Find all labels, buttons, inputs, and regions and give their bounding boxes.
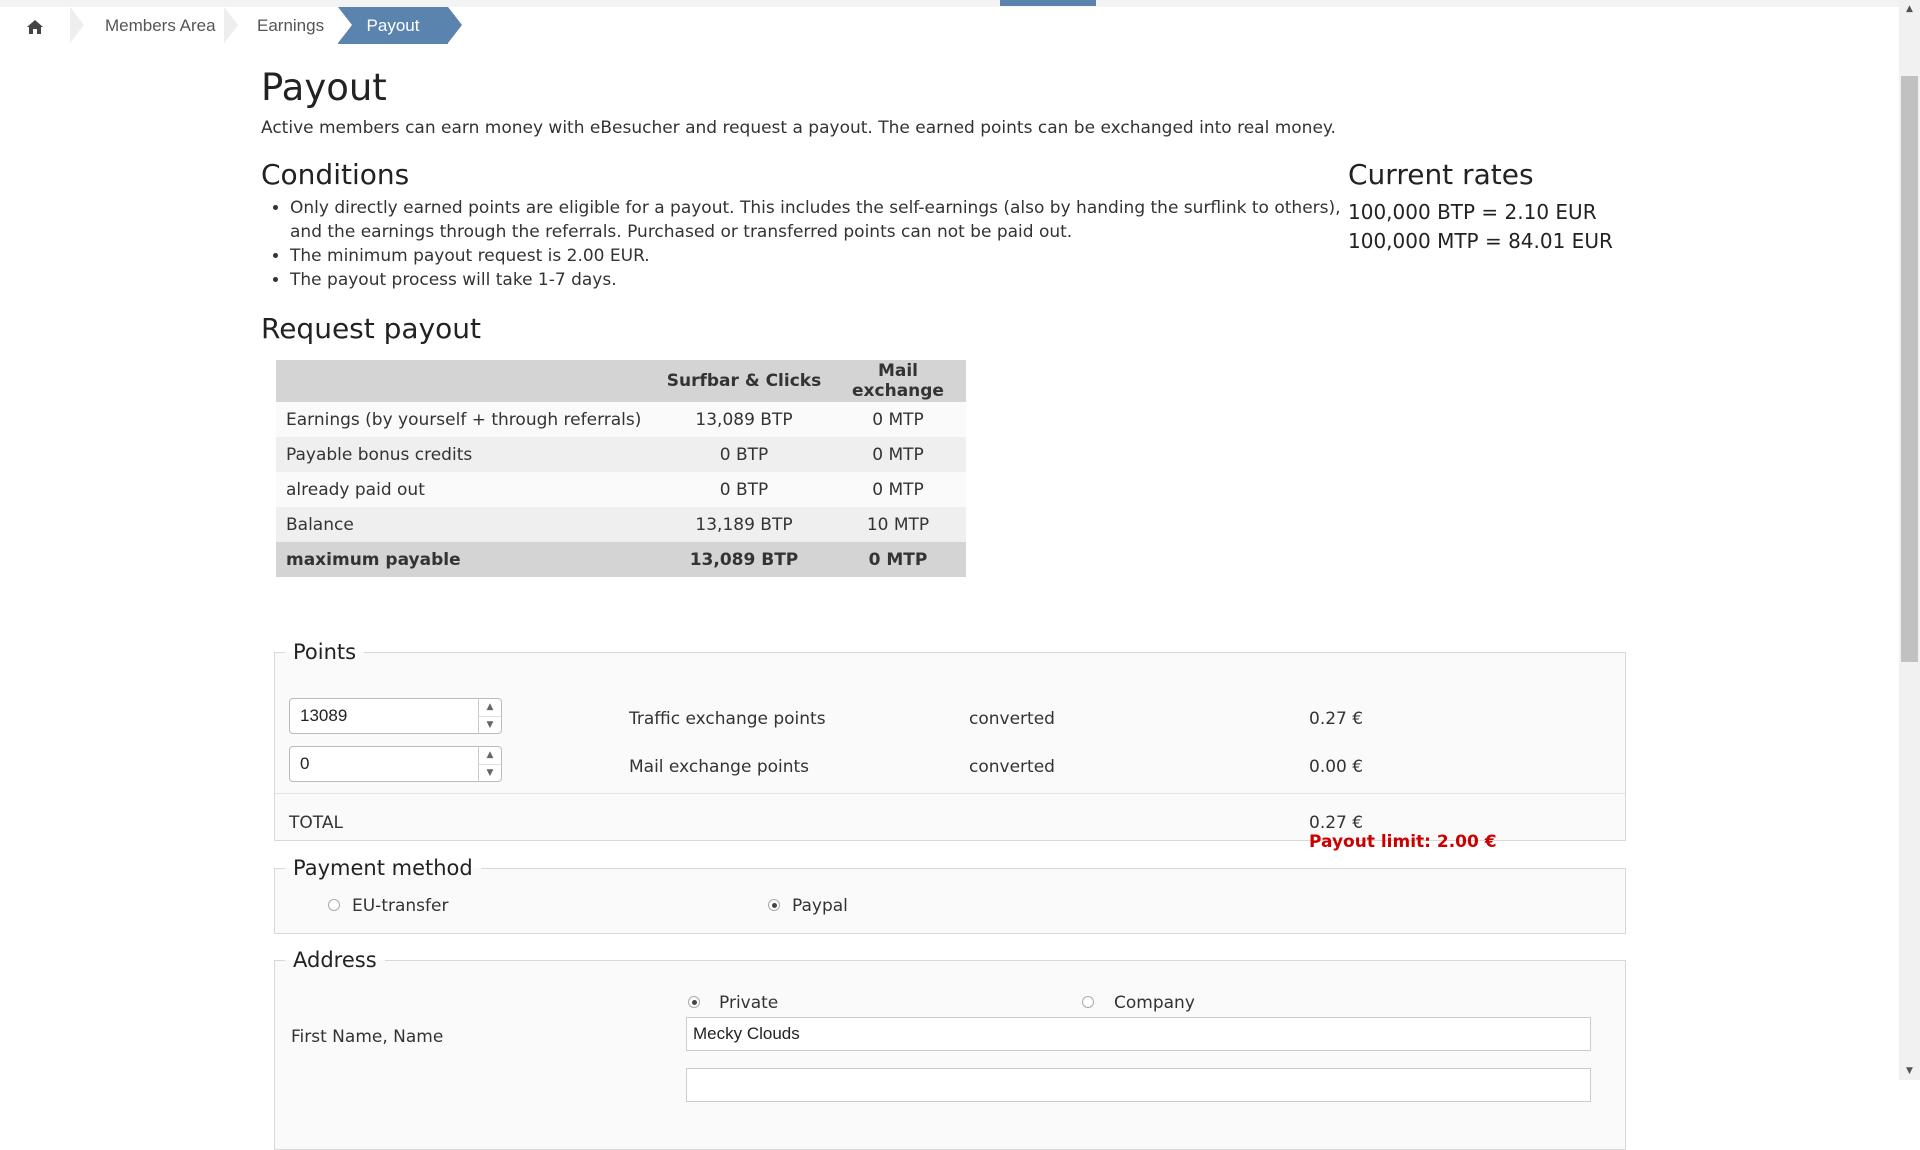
mail-points-stepper[interactable]: ▲ ▼ bbox=[289, 746, 502, 782]
home-icon bbox=[27, 19, 43, 34]
rate-mtp: 100,000 MTP = 84.01 EUR bbox=[1348, 229, 1613, 253]
traffic-points-label: Traffic exchange points bbox=[629, 709, 826, 729]
mail-points-label: Mail exchange points bbox=[629, 757, 810, 777]
company-radio[interactable] bbox=[1082, 996, 1094, 1008]
points-legend: Points bbox=[293, 640, 357, 664]
condition-item: The payout process will take 1-7 days. bbox=[290, 268, 1350, 292]
breadcrumb-payout[interactable]: Payout bbox=[338, 7, 462, 44]
active-tab-indicator bbox=[1000, 0, 1096, 6]
column-header bbox=[276, 360, 658, 402]
table-row-maximum: maximum payable 13,089 BTP 0 MTP bbox=[276, 542, 966, 577]
payout-limit-warning: Payout limit: 2.00 € bbox=[1309, 832, 1497, 852]
payment-method-fieldset: Payment method EU-transfer Paypal bbox=[274, 856, 1626, 934]
spin-up-icon[interactable]: ▲ bbox=[479, 699, 501, 717]
table-header-row: Surfbar & Clicks Mail exchange bbox=[276, 360, 966, 402]
vertical-scrollbar[interactable]: ▲ ▼ bbox=[1899, 0, 1920, 1080]
scroll-up-icon[interactable]: ▲ bbox=[1899, 0, 1920, 18]
table-row: Payable bonus credits 0 BTP 0 MTP bbox=[276, 437, 966, 472]
traffic-points-spin[interactable]: ▲ ▼ bbox=[478, 699, 501, 733]
rate-btp: 100,000 BTP = 2.10 EUR bbox=[1348, 200, 1597, 224]
scroll-down-icon[interactable]: ▼ bbox=[1899, 1062, 1920, 1080]
first-name-name-field[interactable] bbox=[686, 1017, 1591, 1051]
row-btp: 13,189 BTP bbox=[658, 507, 830, 542]
mail-points-input[interactable] bbox=[290, 747, 490, 781]
address-legend: Address bbox=[293, 948, 377, 972]
private-radio[interactable] bbox=[688, 996, 700, 1008]
row-mtp: 0 MTP bbox=[830, 542, 966, 577]
breadcrumb-earnings[interactable]: Earnings bbox=[232, 7, 336, 44]
traffic-points-status: converted bbox=[969, 709, 1055, 729]
spin-down-icon[interactable]: ▼ bbox=[479, 765, 501, 782]
address-next-field[interactable] bbox=[686, 1068, 1591, 1102]
mail-points-status: converted bbox=[969, 757, 1055, 777]
row-mtp: 0 MTP bbox=[830, 402, 966, 437]
row-mtp: 10 MTP bbox=[830, 507, 966, 542]
current-rates-heading: Current rates bbox=[1348, 158, 1534, 191]
breadcrumb-payout-label: Payout bbox=[366, 16, 420, 35]
first-name-name-input[interactable] bbox=[687, 1018, 1590, 1050]
paypal-radio[interactable] bbox=[768, 899, 780, 911]
breadcrumb-home[interactable] bbox=[0, 7, 70, 44]
condition-item: Only directly earned points are eligible… bbox=[290, 196, 1350, 244]
payment-method-legend: Payment method bbox=[293, 856, 473, 880]
row-label: maximum payable bbox=[276, 542, 658, 577]
traffic-points-amount: 0.27 € bbox=[1309, 709, 1364, 729]
row-label: Balance bbox=[276, 507, 658, 542]
row-btp: 0 BTP bbox=[658, 472, 830, 507]
company-label[interactable]: Company bbox=[1114, 993, 1195, 1013]
request-payout-heading: Request payout bbox=[261, 312, 481, 345]
conditions-heading: Conditions bbox=[261, 158, 410, 191]
total-label: TOTAL bbox=[289, 813, 343, 833]
private-label[interactable]: Private bbox=[719, 993, 778, 1013]
current-rates: 100,000 BTP = 2.10 EUR 100,000 MTP = 84.… bbox=[1348, 198, 1613, 256]
breadcrumb-members-area[interactable]: Members Area bbox=[70, 7, 242, 44]
points-fieldset: Points ▲ ▼ Traffic exchange points conve… bbox=[274, 640, 1626, 852]
traffic-points-input[interactable] bbox=[290, 699, 490, 733]
paypal-label[interactable]: Paypal bbox=[792, 896, 848, 916]
row-btp: 13,089 BTP bbox=[658, 542, 830, 577]
breadcrumb: Members Area Earnings Payout bbox=[0, 7, 1899, 44]
row-btp: 0 BTP bbox=[658, 437, 830, 472]
mail-points-spin[interactable]: ▲ ▼ bbox=[478, 747, 501, 781]
eu-transfer-radio[interactable] bbox=[328, 899, 340, 911]
page-title: Payout bbox=[261, 66, 387, 109]
first-name-name-label: First Name, Name bbox=[291, 1027, 444, 1047]
row-label: Earnings (by yourself + through referral… bbox=[276, 402, 658, 437]
row-label: Payable bonus credits bbox=[276, 437, 658, 472]
table-row: already paid out 0 BTP 0 MTP bbox=[276, 472, 966, 507]
mail-points-amount: 0.00 € bbox=[1309, 757, 1364, 777]
column-header: Surfbar & Clicks bbox=[658, 360, 830, 402]
condition-item: The minimum payout request is 2.00 EUR. bbox=[290, 244, 1350, 268]
column-header: Mail exchange bbox=[830, 360, 966, 402]
total-amount: 0.27 € bbox=[1309, 813, 1364, 833]
spin-down-icon[interactable]: ▼ bbox=[479, 717, 501, 734]
table-row: Balance 13,189 BTP 10 MTP bbox=[276, 507, 966, 542]
table-row: Earnings (by yourself + through referral… bbox=[276, 402, 966, 437]
eu-transfer-label[interactable]: EU-transfer bbox=[352, 896, 448, 916]
row-mtp: 0 MTP bbox=[830, 437, 966, 472]
points-divider bbox=[275, 793, 1625, 794]
top-strip bbox=[0, 0, 1899, 7]
row-btp: 13,089 BTP bbox=[658, 402, 830, 437]
row-label: already paid out bbox=[276, 472, 658, 507]
row-mtp: 0 MTP bbox=[830, 472, 966, 507]
scrollbar-thumb[interactable] bbox=[1901, 76, 1918, 662]
spin-up-icon[interactable]: ▲ bbox=[479, 747, 501, 765]
traffic-points-stepper[interactable]: ▲ ▼ bbox=[289, 698, 502, 734]
address-fieldset: Address Private Company First Name, Name bbox=[274, 948, 1626, 1150]
page-intro: Active members can earn money with eBesu… bbox=[261, 118, 1336, 138]
conditions-list: Only directly earned points are eligible… bbox=[261, 196, 1350, 292]
payout-summary-table: Surfbar & Clicks Mail exchange Earnings … bbox=[276, 360, 966, 577]
